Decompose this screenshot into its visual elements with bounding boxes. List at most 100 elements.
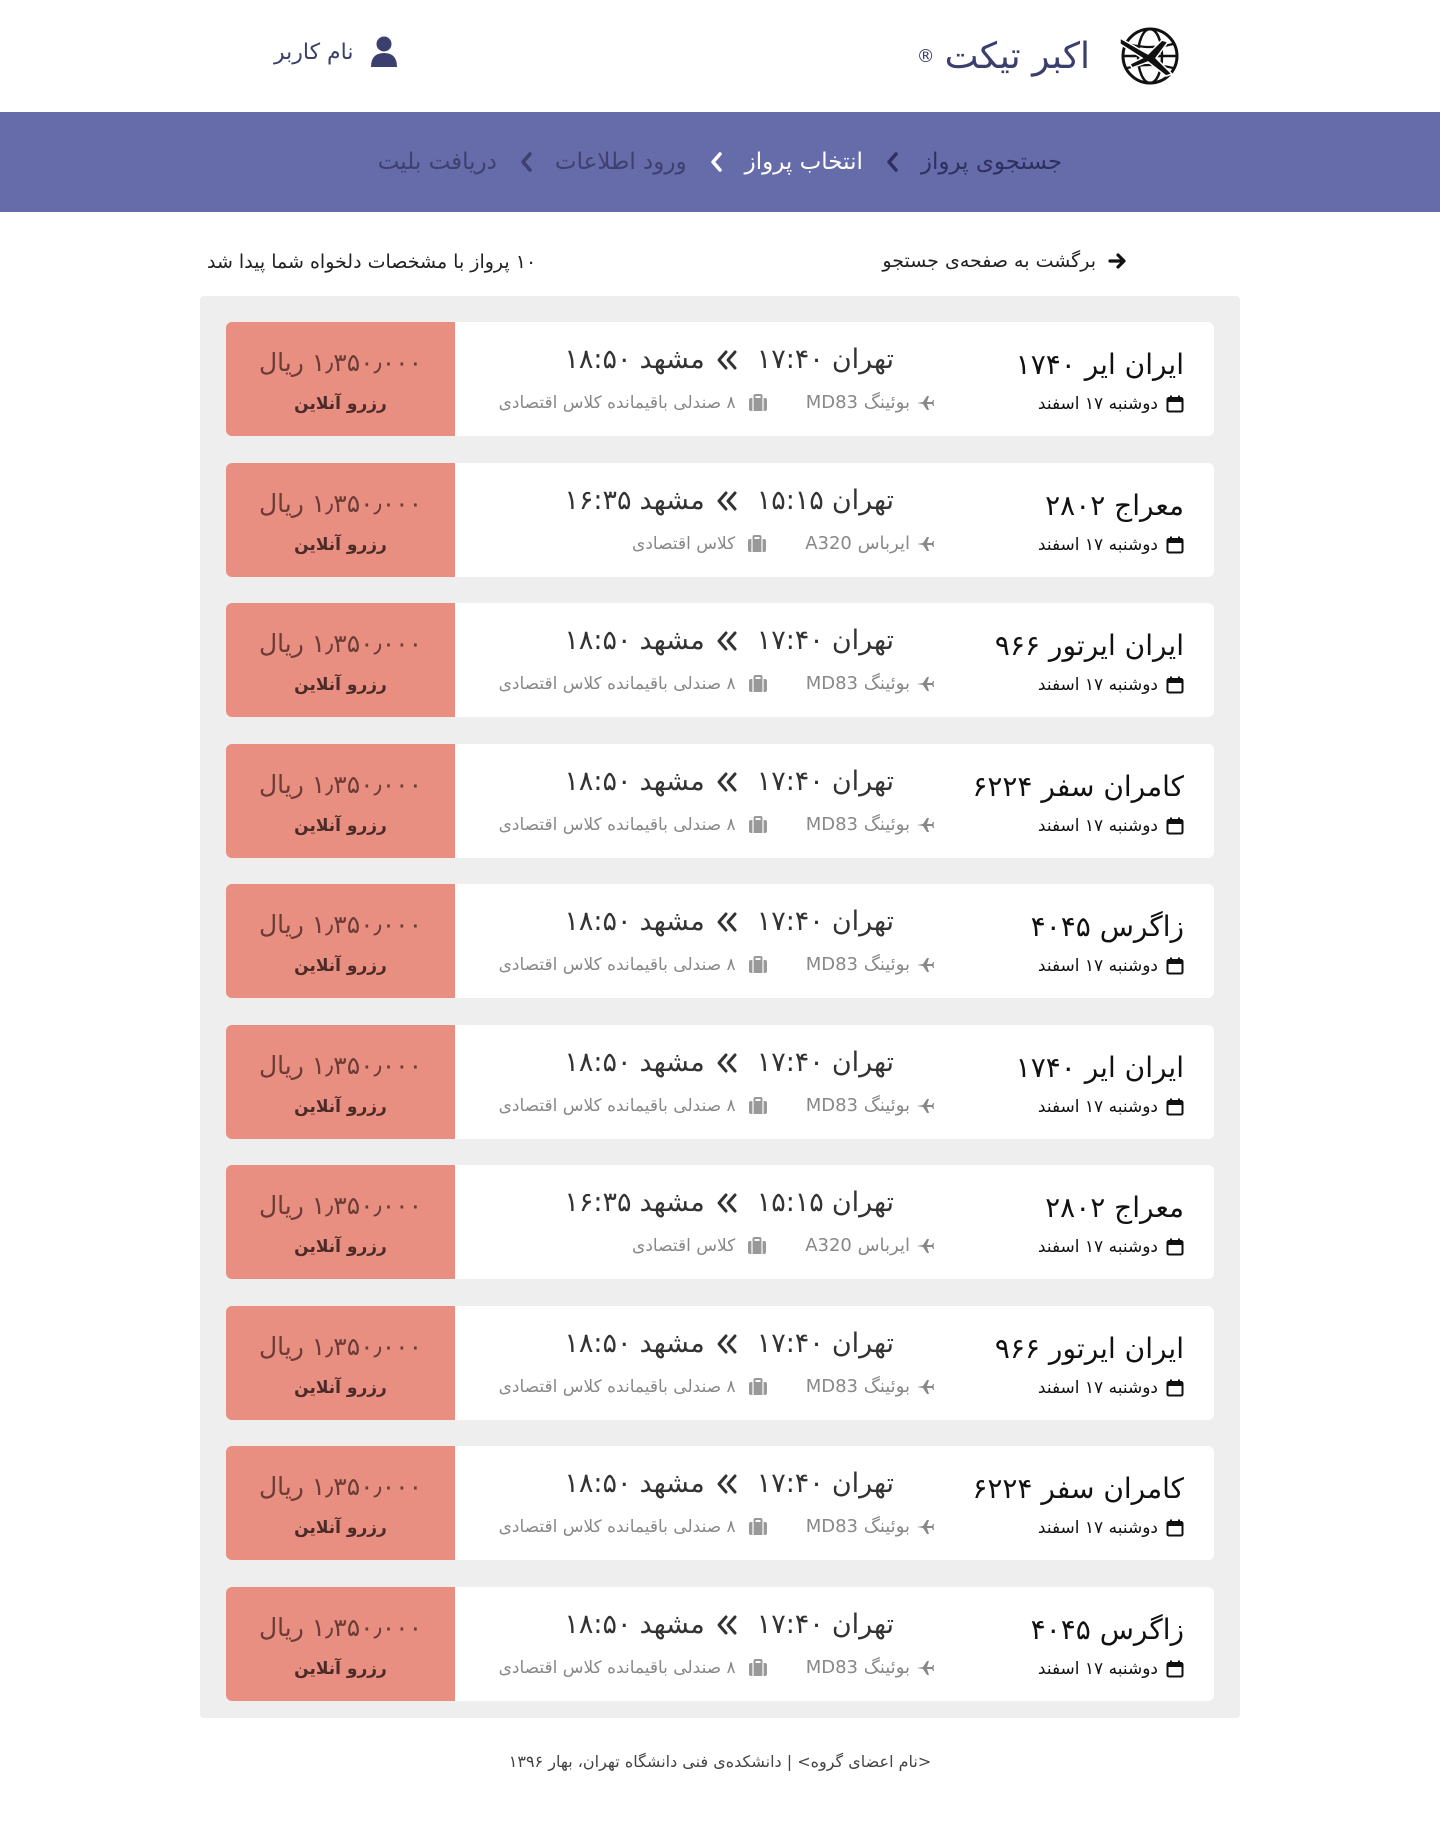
flight-date: دوشنبه ۱۷ اسفند [1038,816,1184,836]
price: ۱٫۳۵۰٫۰۰۰ ریال [259,489,422,518]
book-button[interactable]: ۱٫۳۵۰٫۰۰۰ ریال رزرو آنلاین [226,603,455,717]
departure-time: ۱۷:۴۰ [756,766,824,797]
step-select-flight[interactable]: انتخاب پرواز [745,149,863,175]
price: ۱٫۳۵۰٫۰۰۰ ریال [259,1332,422,1361]
destination-city: مشهد [639,1047,705,1078]
price: ۱٫۳۵۰٫۰۰۰ ریال [259,1613,422,1642]
destination-city: مشهد [639,1187,705,1218]
flight-meta: بوئینگ MD83 ۸ صندلی باقیمانده کلاس اقتصا… [499,673,934,694]
book-online-label: رزرو آنلاین [294,675,387,695]
price: ۱٫۳۵۰٫۰۰۰ ریال [259,1472,422,1501]
origin-city: تهران [831,1187,894,1218]
site-header: اکبر تیکت ® نام کاربر [0,0,1440,112]
double-chevron-left-icon [717,1193,737,1212]
flight-route: تهران ۱۷:۴۰ مشهد ۱۸:۵۰ [556,1609,894,1640]
step-get-ticket[interactable]: دریافت بلیت [378,149,497,175]
book-button[interactable]: ۱٫۳۵۰٫۰۰۰ ریال رزرو آنلاین [226,463,455,577]
suitcase-icon [748,534,767,552]
arrival-time: ۱۸:۵۰ [564,1468,632,1499]
calendar-icon [1166,676,1184,694]
suitcase-icon [748,1236,767,1254]
book-online-label: رزرو آنلاین [294,1659,387,1679]
double-chevron-left-icon [717,491,737,510]
arrival-time: ۱۸:۵۰ [564,1047,632,1078]
book-button[interactable]: ۱٫۳۵۰٫۰۰۰ ریال رزرو آنلاین [226,1587,455,1701]
origin-city: تهران [831,625,894,656]
flight-list: ۱٫۳۵۰٫۰۰۰ ریال رزرو آنلاین تهران ۱۷:۴۰ م… [200,296,1240,1718]
flight-date: دوشنبه ۱۷ اسفند [1038,394,1184,414]
book-online-label: رزرو آنلاین [294,535,387,555]
book-button[interactable]: ۱٫۳۵۰٫۰۰۰ ریال رزرو آنلاین [226,744,455,858]
destination-city: مشهد [639,1609,705,1640]
arrival-time: ۱۸:۵۰ [564,1609,632,1640]
flight-route: تهران ۱۷:۴۰ مشهد ۱۸:۵۰ [556,1468,894,1499]
chevron-left-icon [887,152,898,172]
flight-card: ۱٫۳۵۰٫۰۰۰ ریال رزرو آنلاین تهران ۱۷:۴۰ م… [226,884,1214,998]
flight-date: دوشنبه ۱۷ اسفند [1038,1097,1184,1117]
flight-meta: بوئینگ MD83 ۸ صندلی باقیمانده کلاس اقتصا… [499,954,934,975]
date-text: دوشنبه ۱۷ اسفند [1037,394,1158,414]
step-search[interactable]: جستجوی پرواز [921,149,1062,175]
aircraft-type: بوئینگ MD83 [805,1657,910,1678]
flight-meta: ایرباس A320 کلاس اقتصادی [632,1235,934,1256]
origin-city: تهران [831,1468,894,1499]
aircraft-type: ایرباس A320 [805,1235,910,1256]
destination-city: مشهد [639,485,705,516]
flight-card: ۱٫۳۵۰٫۰۰۰ ریال رزرو آنلاین تهران ۱۷:۴۰ م… [226,603,1214,717]
destination-city: مشهد [639,344,705,375]
book-button[interactable]: ۱٫۳۵۰٫۰۰۰ ریال رزرو آنلاین [226,884,455,998]
calendar-icon [1166,1238,1184,1256]
flight-route: تهران ۱۷:۴۰ مشهد ۱۸:۵۰ [556,1047,894,1078]
arrival-time: ۱۸:۵۰ [564,344,632,375]
book-online-label: رزرو آنلاین [294,1237,387,1257]
airline-flight: زاگرس ۴۰۴۵ [1030,910,1184,943]
book-button[interactable]: ۱٫۳۵۰٫۰۰۰ ریال رزرو آنلاین [226,1025,455,1139]
date-text: دوشنبه ۱۷ اسفند [1037,1097,1158,1117]
calendar-icon [1166,957,1184,975]
globe-plane-icon [1119,27,1179,85]
step-enter-info[interactable]: ورود اطلاعات [555,149,687,175]
plane-icon [917,676,934,691]
chevron-left-icon [710,152,722,172]
seat-info: کلاس اقتصادی [632,533,736,554]
departure-time: ۱۷:۴۰ [756,625,824,656]
seat-info: ۸ صندلی باقیمانده کلاس اقتصادی [498,392,736,413]
flight-date: دوشنبه ۱۷ اسفند [1038,1518,1184,1538]
aircraft-type: ایرباس A320 [805,533,910,554]
flight-card: ۱٫۳۵۰٫۰۰۰ ریال رزرو آنلاین تهران ۱۵:۱۵ م… [226,463,1214,577]
book-button[interactable]: ۱٫۳۵۰٫۰۰۰ ریال رزرو آنلاین [226,1306,455,1420]
aircraft-type: بوئینگ MD83 [805,392,910,413]
departure-time: ۱۵:۱۵ [756,1187,824,1218]
user-menu[interactable]: نام کاربر [274,36,398,68]
plane-icon [917,1519,934,1534]
book-online-label: رزرو آنلاین [294,1378,387,1398]
flight-route: تهران ۱۷:۴۰ مشهد ۱۸:۵۰ [556,344,894,375]
airline-flight: زاگرس ۴۰۴۵ [1030,1613,1184,1646]
book-button[interactable]: ۱٫۳۵۰٫۰۰۰ ریال رزرو آنلاین [226,322,455,436]
destination-city: مشهد [639,625,705,656]
date-text: دوشنبه ۱۷ اسفند [1037,816,1158,836]
flight-route: تهران ۱۵:۱۵ مشهد ۱۶:۳۵ [556,485,894,516]
price: ۱٫۳۵۰٫۰۰۰ ریال [259,629,422,658]
back-label: برگشت به صفحه‌ی جستجو [882,250,1096,272]
destination-city: مشهد [639,1328,705,1359]
calendar-icon [1166,1660,1184,1678]
flight-meta: بوئینگ MD83 ۸ صندلی باقیمانده کلاس اقتصا… [499,1516,934,1537]
book-button[interactable]: ۱٫۳۵۰٫۰۰۰ ریال رزرو آنلاین [226,1165,455,1279]
book-online-label: رزرو آنلاین [294,1097,387,1117]
price: ۱٫۳۵۰٫۰۰۰ ریال [259,348,422,377]
back-to-search-link[interactable]: برگشت به صفحه‌ی جستجو [882,250,1128,272]
airline-flight: ایران ایر ۱۷۴۰ [1015,1051,1184,1084]
suitcase-icon [748,1517,767,1535]
price: ۱٫۳۵۰٫۰۰۰ ریال [259,1191,422,1220]
flight-route: تهران ۱۷:۴۰ مشهد ۱۸:۵۰ [556,625,894,656]
suitcase-icon [748,815,767,833]
date-text: دوشنبه ۱۷ اسفند [1037,675,1158,695]
plane-icon [917,536,934,551]
double-chevron-left-icon [717,350,737,369]
aircraft-type: بوئینگ MD83 [805,673,910,694]
logo[interactable]: اکبر تیکت ® [917,24,1182,88]
airline-flight: ایران ایرتور ۹۶۶ [994,1332,1184,1365]
book-button[interactable]: ۱٫۳۵۰٫۰۰۰ ریال رزرو آنلاین [226,1446,455,1560]
flight-meta: بوئینگ MD83 ۸ صندلی باقیمانده کلاس اقتصا… [499,814,934,835]
